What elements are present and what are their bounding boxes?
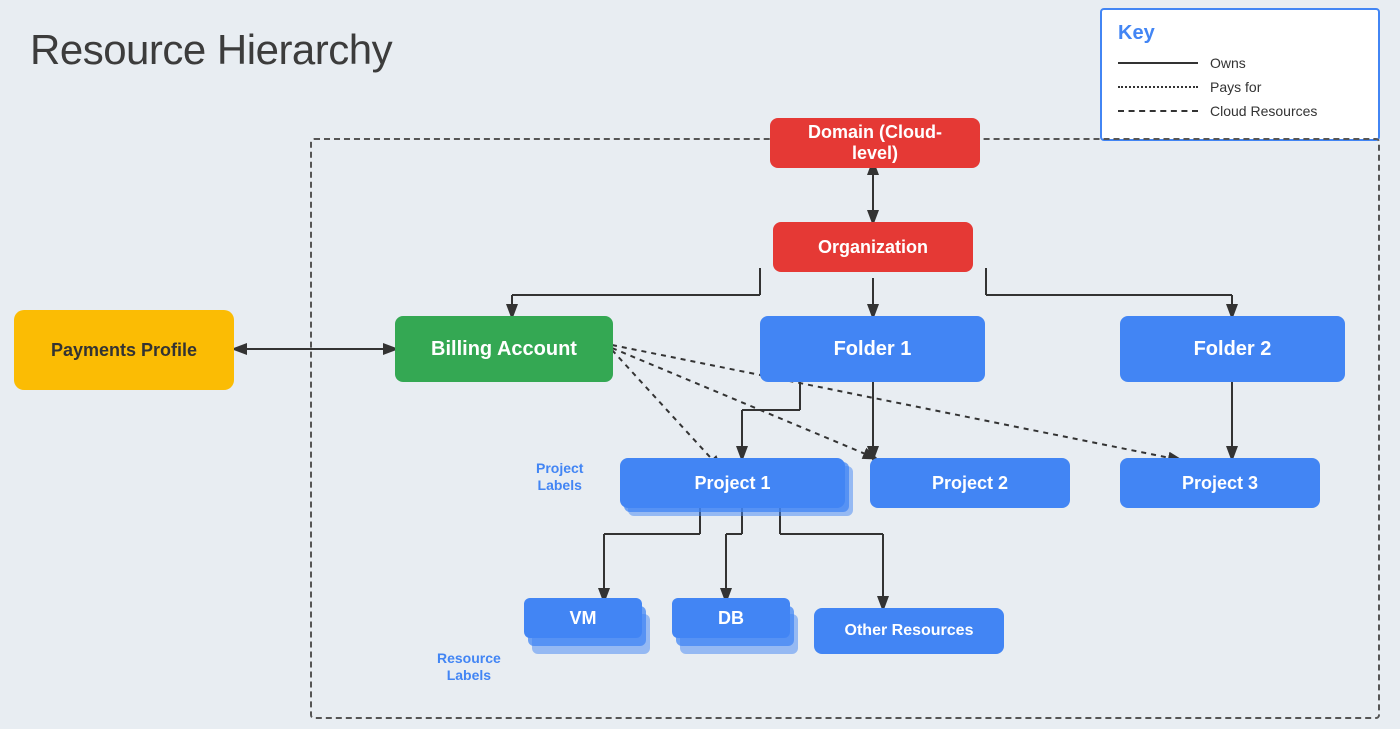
payments-profile-node: Payments Profile	[14, 310, 234, 390]
owns-label: Owns	[1210, 55, 1246, 71]
project1-stack: Project 1	[620, 458, 845, 512]
project-labels-label: Project Labels	[536, 460, 583, 494]
db-stack: DB	[672, 598, 802, 688]
pays-label: Pays for	[1210, 79, 1261, 95]
folder1-node: Folder 1	[760, 316, 985, 382]
project3-node: Project 3	[1120, 458, 1320, 508]
page-title: Resource Hierarchy	[30, 26, 392, 74]
key-item-cloud: Cloud Resources	[1118, 103, 1362, 119]
folder2-node: Folder 2	[1120, 316, 1345, 382]
key-item-owns: Owns	[1118, 55, 1362, 71]
pays-line-icon	[1118, 86, 1198, 88]
key-title: Key	[1118, 22, 1362, 45]
key-item-pays: Pays for	[1118, 79, 1362, 95]
cloud-label: Cloud Resources	[1210, 103, 1317, 119]
cloud-line-icon	[1118, 110, 1198, 112]
vm-stack: VM	[524, 598, 654, 688]
billing-account-node: Billing Account	[395, 316, 613, 382]
key-box: Key Owns Pays for Cloud Resources	[1100, 8, 1380, 141]
resource-labels-label: Resource Labels	[437, 650, 501, 684]
domain-node: Domain (Cloud-level)	[770, 118, 980, 168]
organization-node: Organization	[773, 222, 973, 272]
other-resources-node: Other Resources	[814, 608, 1004, 654]
owns-line-icon	[1118, 62, 1198, 64]
project2-node: Project 2	[870, 458, 1070, 508]
